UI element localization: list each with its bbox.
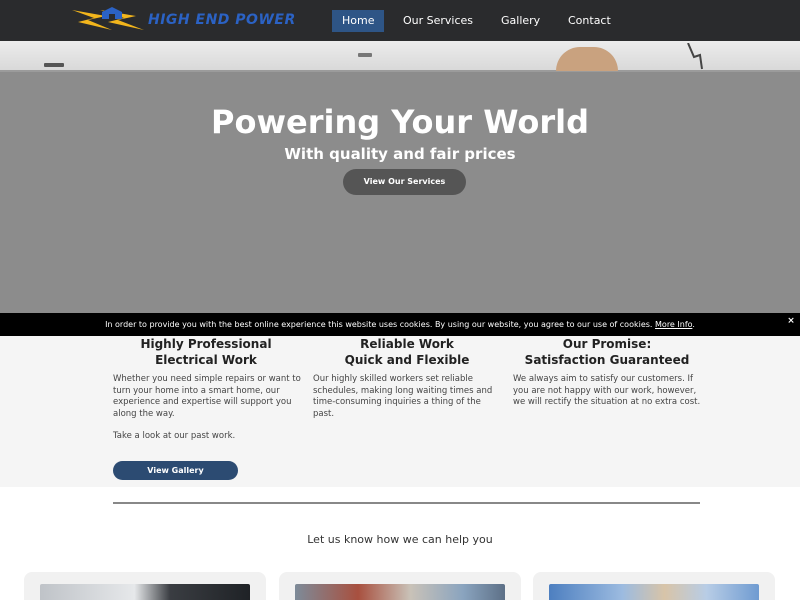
- feature-title-line1: Reliable Work: [360, 337, 454, 351]
- cookie-message: In order to provide you with the best on…: [0, 313, 800, 336]
- nav-contact[interactable]: Contact: [568, 10, 611, 32]
- feature-extra-text: Take a look at our past work.: [113, 431, 236, 441]
- help-heading: Let us know how we can help you: [307, 533, 493, 546]
- feature-reliable: Reliable Work Quick and Flexible Our high…: [312, 336, 502, 419]
- feature-title-line2: Satisfaction Guaranteed: [524, 353, 690, 367]
- section-divider: [113, 502, 700, 504]
- view-services-button[interactable]: View Our Services: [343, 169, 466, 195]
- lightning-bolt-logo-icon: [72, 7, 144, 30]
- feature-promise: Our Promise: Satisfaction Guaranteed We a…: [512, 336, 702, 407]
- feature-body: Our highly skilled workers set reliable …: [313, 374, 493, 419]
- feature-professional: Highly Professional Electrical Work Wheth…: [111, 336, 301, 441]
- cookie-banner: In order to provide you with the best on…: [0, 313, 800, 336]
- hero-ceiling-edge: [0, 70, 800, 72]
- feature-body: We always aim to satisfy our customers. …: [513, 374, 701, 407]
- nav-our-services[interactable]: Our Services: [403, 10, 473, 32]
- feature-title-line1: Highly Professional: [140, 337, 272, 351]
- ceiling-light-fixture: [44, 63, 64, 67]
- site-header: HIGH END POWER Home Our Services Gallery…: [0, 0, 800, 41]
- cookie-close-button[interactable]: ×: [784, 313, 798, 329]
- feature-title: Highly Professional Electrical Work: [111, 336, 301, 368]
- logo-text: HIGH END POWER: [148, 12, 296, 28]
- site-logo[interactable]: HIGH END POWER: [66, 6, 322, 36]
- nav-gallery[interactable]: Gallery: [501, 10, 540, 32]
- cookie-more-info-link[interactable]: More Info: [655, 320, 692, 329]
- ceiling-vent: [358, 53, 372, 57]
- feature-body: Whether you need simple repairs or want …: [113, 374, 301, 419]
- hanging-cable-icon: [687, 43, 703, 70]
- service-card-image: [295, 584, 505, 600]
- cookie-trailing-period: .: [692, 320, 695, 329]
- hero-subtitle: With quality and fair prices: [284, 145, 516, 163]
- feature-title: Our Promise: Satisfaction Guaranteed: [512, 336, 702, 368]
- feature-title: Reliable Work Quick and Flexible: [312, 336, 502, 368]
- feature-title-line2: Quick and Flexible: [344, 353, 470, 367]
- service-card-image: [40, 584, 250, 600]
- hero-title: Powering Your World: [211, 103, 589, 141]
- view-gallery-button[interactable]: View Gallery: [113, 461, 238, 480]
- hero-banner: Powering Your World With quality and fai…: [0, 41, 800, 313]
- service-card-1[interactable]: [24, 572, 266, 600]
- service-card-image: [549, 584, 759, 600]
- service-card-2[interactable]: [279, 572, 521, 600]
- hero-ceiling-image: [0, 41, 800, 70]
- service-card-3[interactable]: [533, 572, 775, 600]
- features-section: Highly Professional Electrical Work Wheth…: [0, 336, 800, 487]
- feature-title-line1: Our Promise:: [562, 337, 652, 351]
- feature-title-line2: Electrical Work: [155, 353, 257, 367]
- nav-home[interactable]: Home: [332, 10, 385, 32]
- cookie-text: In order to provide you with the best on…: [105, 320, 653, 329]
